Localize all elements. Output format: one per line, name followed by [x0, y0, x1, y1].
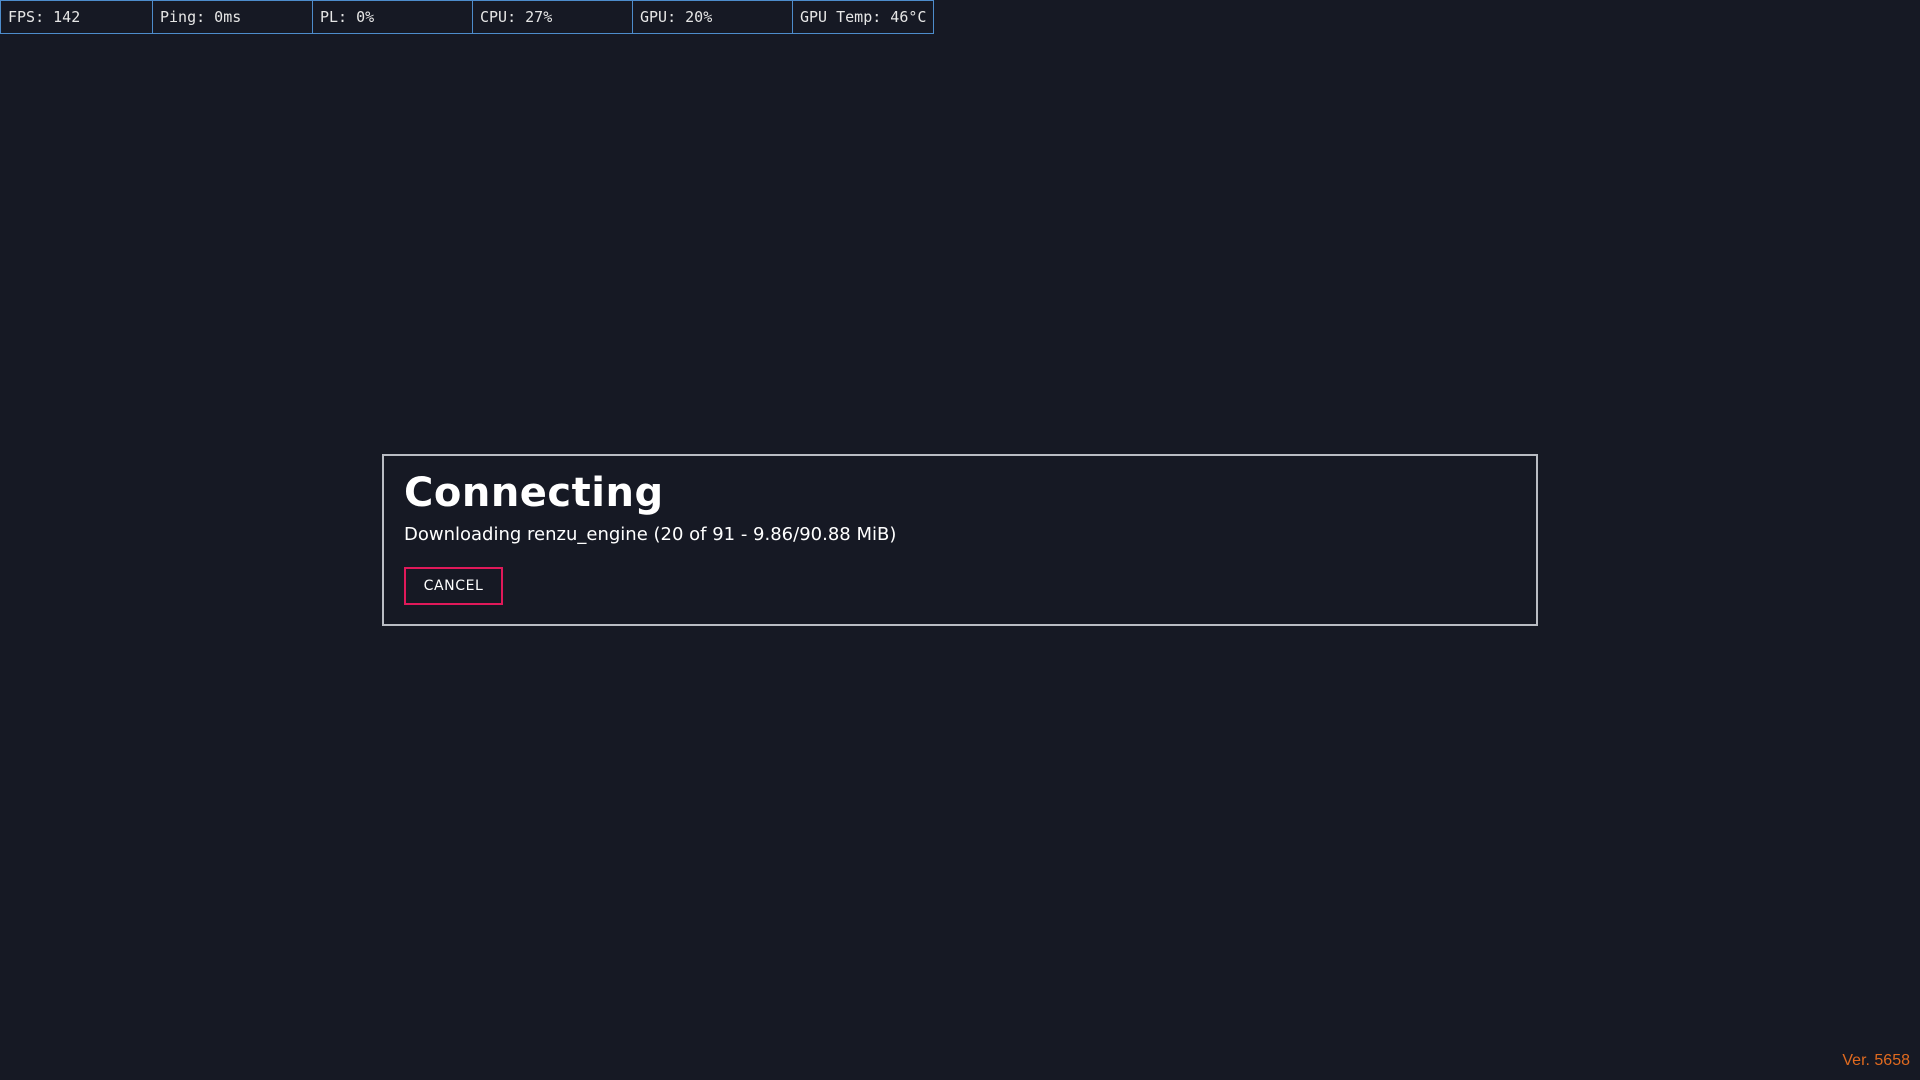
download-status-text: Downloading renzu_engine (20 of 91 - 9.8…	[404, 524, 897, 545]
performance-overlay: FPS: 142 Ping: 0ms PL: 0% CPU: 27% GPU: …	[0, 0, 934, 34]
ping-readout: Ping: 0ms	[153, 0, 313, 34]
packet-loss-readout: PL: 0%	[313, 0, 473, 34]
fps-readout: FPS: 142	[0, 0, 153, 34]
cancel-button[interactable]: CANCEL	[404, 567, 503, 605]
dialog-title: Connecting	[404, 470, 664, 516]
gpu-readout: GPU: 20%	[633, 0, 793, 34]
gpu-temp-readout: GPU Temp: 46°C	[793, 0, 934, 34]
version-label: Ver. 5658	[1842, 1052, 1910, 1069]
cpu-readout: CPU: 27%	[473, 0, 633, 34]
connecting-dialog: Connecting Downloading renzu_engine (20 …	[382, 454, 1538, 626]
game-screen: FPS: 142 Ping: 0ms PL: 0% CPU: 27% GPU: …	[0, 0, 1920, 1080]
